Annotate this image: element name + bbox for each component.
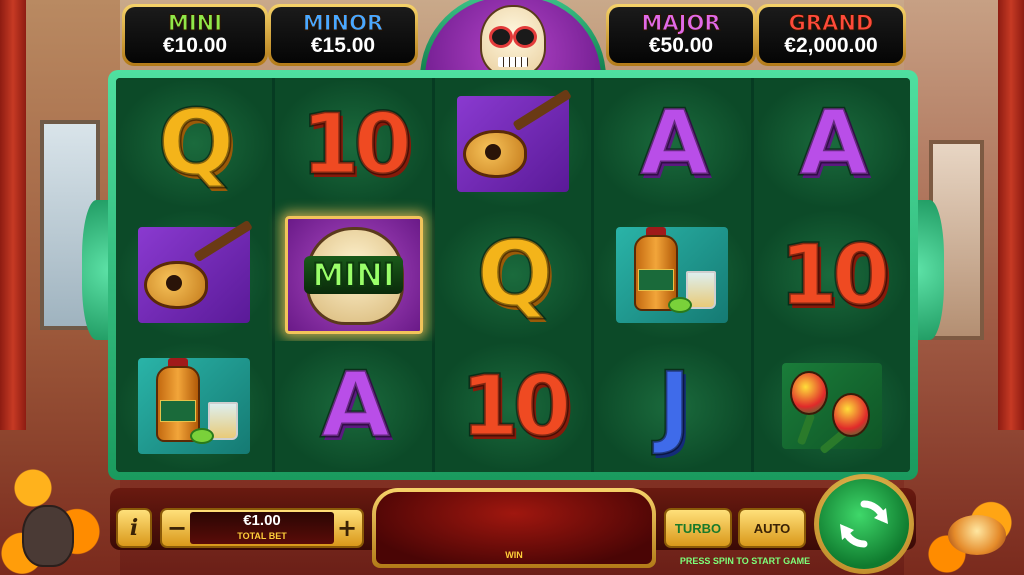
symbol-10: 10 bbox=[300, 94, 414, 193]
increase-bet-button[interactable]: + bbox=[334, 510, 360, 546]
jackpot-mini: MINI €10.00 bbox=[122, 4, 268, 66]
jackpot-mini-value: €10.00 bbox=[162, 34, 228, 57]
reel-cell: 10 bbox=[275, 78, 432, 210]
total-bet-amount: €1.00 bbox=[243, 512, 281, 529]
guitar-icon bbox=[138, 219, 254, 315]
red-pillar-right bbox=[998, 0, 1024, 430]
reel-cell: MINI bbox=[275, 209, 432, 341]
sugar-skull-icon bbox=[480, 5, 546, 77]
reel-cell bbox=[116, 209, 273, 341]
tequila-bottle-icon bbox=[138, 358, 250, 454]
reel-cell bbox=[594, 209, 751, 341]
spin-button[interactable] bbox=[814, 474, 914, 574]
symbol-a: A bbox=[797, 90, 870, 196]
reel-cell: A bbox=[594, 78, 751, 210]
reel-cell: A bbox=[753, 78, 910, 210]
info-icon: i bbox=[129, 515, 139, 541]
reel-cell: 10 bbox=[753, 209, 910, 341]
jackpot-major-label: MAJOR bbox=[641, 11, 721, 35]
symbol-j: J bbox=[656, 353, 692, 459]
symbol-tequila bbox=[616, 226, 729, 323]
turbo-button[interactable]: TURBO bbox=[664, 508, 732, 548]
jackpot-minor-value: €15.00 bbox=[310, 34, 376, 57]
decrease-bet-button[interactable]: − bbox=[164, 510, 190, 546]
symbol-a: A bbox=[638, 90, 711, 196]
symbol-maracas bbox=[781, 363, 882, 455]
symbol-a: A bbox=[319, 353, 392, 459]
symbol-q: Q bbox=[475, 221, 554, 327]
reel-cell: J bbox=[594, 340, 751, 472]
symbol-tequila bbox=[138, 358, 251, 455]
jackpot-mini-label: MINI bbox=[167, 11, 223, 35]
mini-jackpot-label: MINI bbox=[304, 255, 403, 295]
jackpot-grand: GRAND €2,000.00 bbox=[756, 4, 906, 66]
reel-cell: Q bbox=[434, 209, 592, 341]
total-bet-caption: TOTAL BET bbox=[237, 531, 287, 541]
candle-decoration bbox=[948, 515, 1006, 555]
red-pillar-left bbox=[0, 0, 26, 430]
autoplay-button[interactable]: AUTO bbox=[738, 508, 806, 548]
win-display: WIN bbox=[372, 488, 656, 568]
symbol-mini-jackpot: MINI bbox=[284, 215, 423, 334]
spin-hint-text: PRESS SPIN TO START GAME bbox=[679, 556, 811, 566]
info-button[interactable]: i bbox=[116, 508, 152, 548]
symbol-guitar bbox=[138, 219, 254, 323]
jackpot-grand-value: €2,000.00 bbox=[784, 34, 878, 57]
symbol-q: Q bbox=[156, 90, 235, 196]
maracas-icon bbox=[782, 363, 882, 455]
jackpot-major: MAJOR €50.00 bbox=[606, 4, 756, 66]
guitar-icon bbox=[457, 88, 572, 184]
symbol-10: 10 bbox=[459, 357, 573, 456]
spin-arrows-icon bbox=[840, 500, 888, 548]
reel-cell: Q bbox=[116, 78, 273, 210]
decorative-skull bbox=[22, 505, 74, 567]
jackpot-minor-label: MINOR bbox=[302, 11, 384, 35]
symbol-guitar bbox=[456, 88, 572, 192]
reel-grid: Q 10 A A MINI Q 10 A 10 J bbox=[116, 78, 910, 472]
reel-cell bbox=[753, 340, 910, 472]
reel-frame: Q 10 A A MINI Q 10 A 10 J bbox=[108, 70, 918, 480]
tequila-bottle-icon bbox=[616, 226, 728, 323]
sugar-skull-emblem bbox=[420, 0, 606, 78]
reel-cell bbox=[434, 78, 592, 210]
reel-cell: A bbox=[275, 340, 432, 472]
bet-selector: − €1.00 TOTAL BET + bbox=[160, 508, 364, 548]
symbol-10: 10 bbox=[778, 225, 892, 324]
reel-cell bbox=[116, 340, 273, 472]
reel-cell: 10 bbox=[434, 340, 592, 472]
jackpot-grand-label: GRAND bbox=[788, 11, 874, 35]
win-label: WIN bbox=[505, 550, 523, 560]
jackpot-minor: MINOR €15.00 bbox=[268, 4, 418, 66]
total-bet-display: €1.00 TOTAL BET bbox=[190, 512, 334, 544]
jackpot-major-value: €50.00 bbox=[648, 34, 714, 57]
